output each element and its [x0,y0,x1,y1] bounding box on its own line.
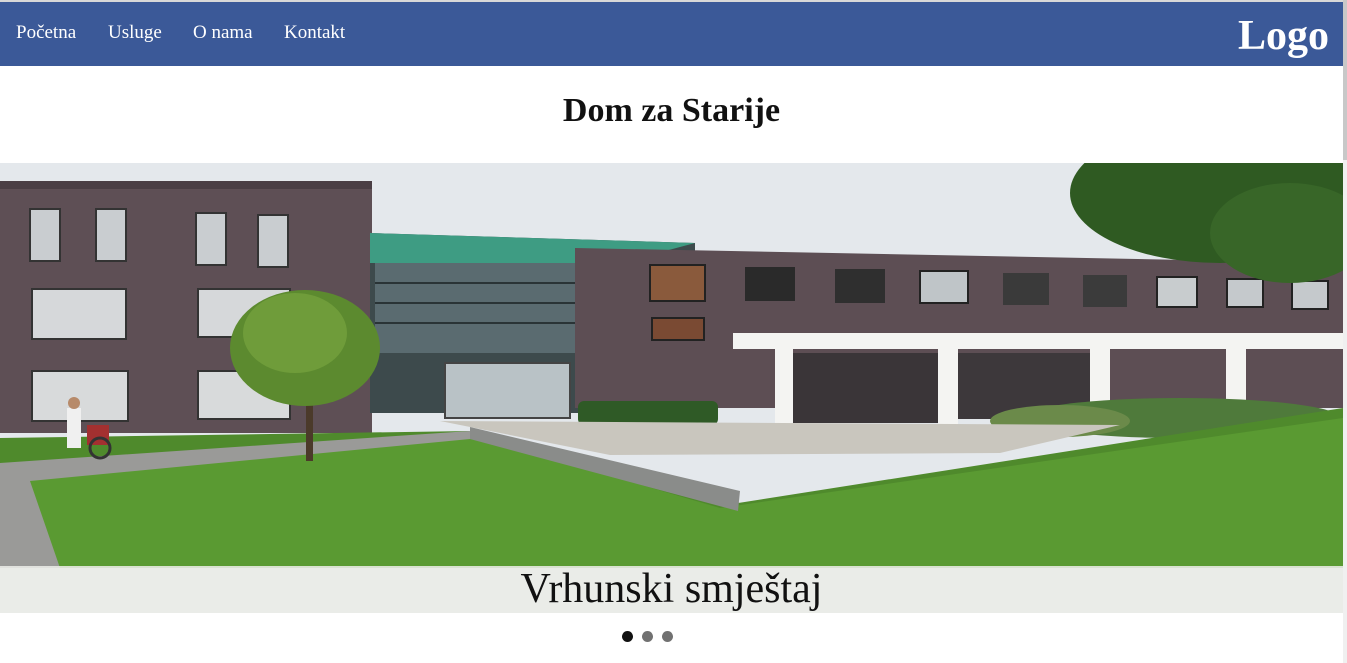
page-scrollbar[interactable] [1343,0,1347,663]
slider-dot-3[interactable] [662,631,673,642]
nav-link-o-nama[interactable]: O nama [193,22,253,44]
slider-dot-1[interactable] [622,631,633,642]
top-navbar: Početna Usluge O nama Kontakt Logo [0,2,1343,66]
hero-slide-image [0,163,1343,613]
site-logo[interactable]: Logo [1238,12,1329,60]
nav-link-usluge[interactable]: Usluge [108,22,162,44]
page-title: Dom za Starije [562,92,781,129]
slide-caption: Vrhunski smještaj [520,566,823,612]
scrollbar-thumb[interactable] [1343,0,1347,160]
slider-dot-2[interactable] [642,631,653,642]
nav-link-pocetna[interactable]: Početna [16,22,76,44]
nav-link-kontakt[interactable]: Kontakt [284,22,345,44]
